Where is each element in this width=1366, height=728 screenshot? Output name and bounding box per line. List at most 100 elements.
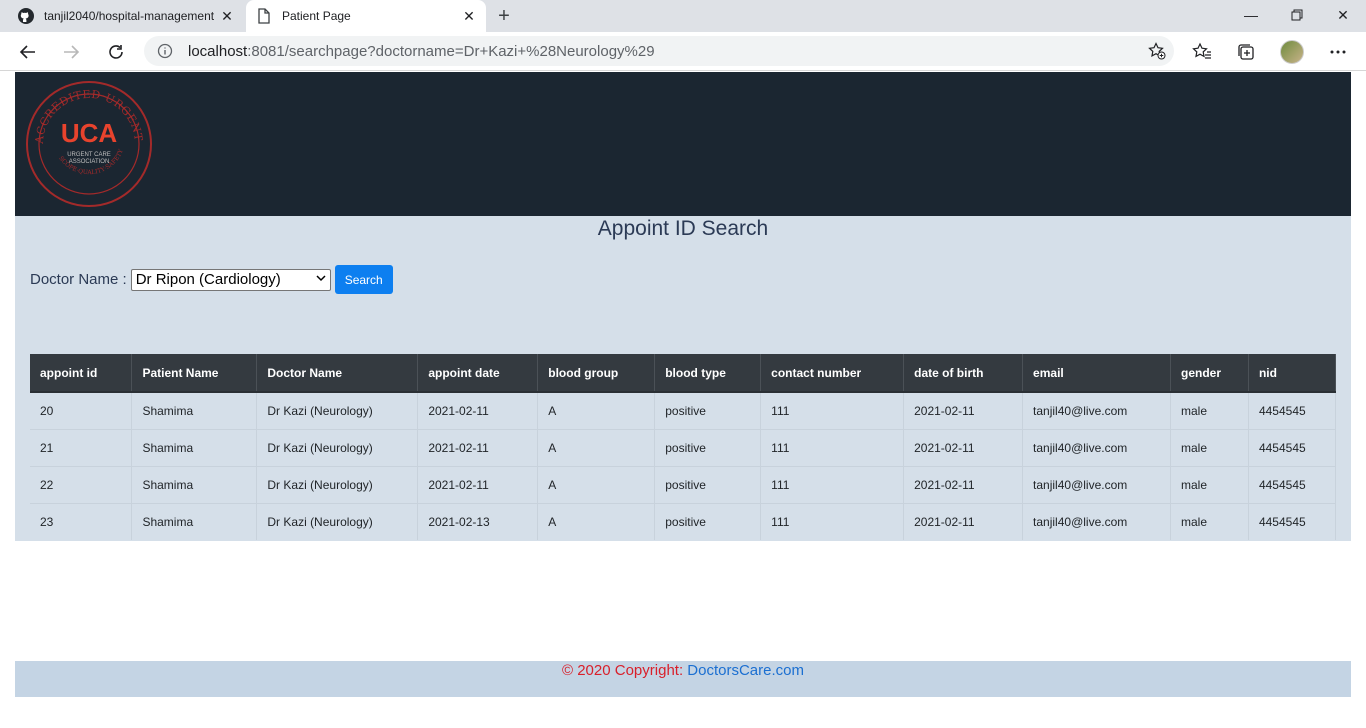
window-close-icon[interactable]: ✕ (1320, 0, 1366, 30)
cell-blood-group: A (537, 428, 656, 466)
cell-appoint-date: 2021-02-13 (417, 502, 539, 540)
column-header: email (1022, 354, 1171, 393)
cell-blood-type: positive (654, 391, 762, 429)
column-header: Doctor Name (256, 354, 419, 393)
new-tab-icon[interactable]: + (492, 4, 516, 28)
cell-contact-number: 111 (760, 428, 905, 466)
cell-doctor-name: Dr Kazi (Neurology) (256, 502, 419, 540)
cell-nid: 4454545 (1248, 502, 1337, 540)
cell-gender: male (1170, 428, 1249, 466)
minimize-icon[interactable]: — (1228, 0, 1274, 30)
tab-title: tanjil2040/hospital-management (44, 9, 215, 23)
cell-patient-name: Shamima (131, 428, 258, 466)
cell-contact-number: 111 (760, 465, 905, 503)
table-row: 20 Shamima Dr Kazi (Neurology) 2021-02-1… (30, 391, 1337, 429)
cell-appoint-id: 20 (30, 391, 133, 429)
close-icon[interactable]: ✕ (216, 5, 238, 27)
column-header: nid (1248, 354, 1337, 393)
page-title: Appoint ID Search (597, 217, 769, 240)
cell-patient-name: Shamima (131, 502, 258, 540)
reload-icon[interactable] (101, 37, 131, 67)
profile-avatar[interactable] (1280, 40, 1304, 64)
search-form: Doctor Name : Dr Ripon (Cardiology) Sear… (30, 265, 393, 294)
cell-blood-group: A (537, 391, 656, 429)
cell-patient-name: Shamima (131, 391, 258, 429)
cell-contact-number: 111 (760, 502, 905, 540)
cell-doctor-name: Dr Kazi (Neurology) (256, 428, 419, 466)
column-header: blood type (654, 354, 762, 393)
restore-icon[interactable] (1274, 0, 1320, 30)
cell-contact-number: 111 (760, 391, 905, 429)
table-row: 22 Shamima Dr Kazi (Neurology) 2021-02-1… (30, 465, 1337, 503)
cell-date-of-birth: 2021-02-11 (903, 502, 1024, 540)
cell-email: tanjil40@live.com (1022, 502, 1171, 540)
footer-link[interactable]: DoctorsCare.com (687, 662, 804, 679)
logo-mark: UCA (61, 118, 118, 148)
appointments-table: appoint id Patient Name Doctor Name appo… (30, 354, 1337, 540)
table-row: 23 Shamima Dr Kazi (Neurology) 2021-02-1… (30, 502, 1337, 540)
cell-gender: male (1170, 391, 1249, 429)
cell-blood-type: positive (654, 428, 762, 466)
cell-appoint-date: 2021-02-11 (417, 465, 539, 503)
url-path: :8081/searchpage?doctorname=Dr+Kazi+%28N… (247, 43, 655, 60)
tab-github[interactable]: tanjil2040/hospital-management ✕ (8, 0, 244, 32)
cell-appoint-date: 2021-02-11 (417, 391, 539, 429)
url-text: localhost:8081/searchpage?doctorname=Dr+… (188, 43, 655, 60)
cell-doctor-name: Dr Kazi (Neurology) (256, 391, 419, 429)
column-header: date of birth (903, 354, 1024, 393)
cell-blood-type: positive (654, 502, 762, 540)
cell-date-of-birth: 2021-02-11 (903, 391, 1024, 429)
cell-patient-name: Shamima (131, 465, 258, 503)
column-header: Patient Name (131, 354, 258, 393)
doctor-select[interactable]: Dr Ripon (Cardiology) (130, 268, 331, 291)
logo-sub1: URGENT CARE (67, 152, 111, 158)
column-header: gender (1170, 354, 1249, 393)
cell-appoint-id: 21 (30, 428, 133, 466)
cell-appoint-id: 22 (30, 465, 133, 503)
tab-patient-page[interactable]: Patient Page ✕ (246, 0, 486, 32)
chevron-down-icon (316, 273, 326, 286)
table-header-row: appoint id Patient Name Doctor Name appo… (30, 354, 1337, 393)
info-icon[interactable] (156, 42, 174, 60)
cell-date-of-birth: 2021-02-11 (903, 428, 1024, 466)
cell-blood-type: positive (654, 465, 762, 503)
cell-email: tanjil40@live.com (1022, 428, 1171, 466)
github-icon (18, 8, 34, 24)
back-icon[interactable] (13, 37, 43, 67)
doctor-select-value: Dr Ripon (Cardiology) (135, 271, 281, 288)
cell-email: tanjil40@live.com (1022, 465, 1171, 503)
favorites-icon[interactable] (1191, 41, 1213, 63)
footer-copyright: © 2020 Copyright: (562, 662, 688, 679)
close-icon[interactable]: ✕ (458, 5, 480, 27)
cell-blood-group: A (537, 502, 656, 540)
page-icon (256, 8, 272, 24)
add-favorite-icon[interactable] (1148, 42, 1166, 60)
more-menu-icon[interactable] (1327, 41, 1349, 63)
cell-nid: 4454545 (1248, 428, 1337, 466)
cell-gender: male (1170, 502, 1249, 540)
column-header: appoint date (417, 354, 539, 393)
column-header: blood group (537, 354, 656, 393)
cell-appoint-id: 23 (30, 502, 133, 540)
table-row: 21 Shamima Dr Kazi (Neurology) 2021-02-1… (30, 428, 1337, 466)
cell-doctor-name: Dr Kazi (Neurology) (256, 465, 419, 503)
column-header: contact number (760, 354, 905, 393)
collections-icon[interactable] (1235, 41, 1257, 63)
cell-nid: 4454545 (1248, 391, 1337, 429)
tab-title: Patient Page (282, 9, 351, 23)
cell-blood-group: A (537, 465, 656, 503)
forward-icon[interactable] (56, 37, 86, 67)
site-footer: © 2020 Copyright: DoctorsCare.com (15, 661, 1351, 697)
address-bar[interactable]: localhost:8081/searchpage?doctorname=Dr+… (144, 36, 1174, 66)
browser-toolbar: localhost:8081/searchpage?doctorname=Dr+… (0, 32, 1366, 71)
cell-date-of-birth: 2021-02-11 (903, 465, 1024, 503)
uca-logo: ACCREDITED URGENT CARE CENTER SCOPE·QUAL… (20, 70, 153, 208)
cell-email: tanjil40@live.com (1022, 391, 1171, 429)
browser-tab-bar: tanjil2040/hospital-management ✕ Patient… (0, 0, 1366, 32)
column-header: appoint id (30, 354, 133, 393)
cell-gender: male (1170, 465, 1249, 503)
cell-nid: 4454545 (1248, 465, 1337, 503)
search-button[interactable]: Search (334, 265, 393, 294)
cell-appoint-date: 2021-02-11 (417, 428, 539, 466)
search-section: Appoint ID Search Doctor Name : Dr Ripon… (15, 216, 1351, 541)
